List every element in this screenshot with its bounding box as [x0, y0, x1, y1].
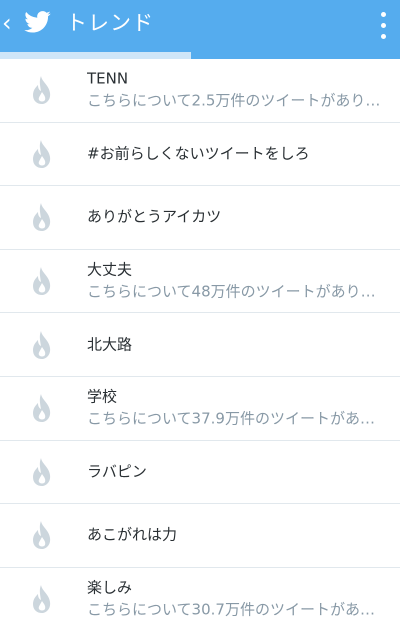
tab-bar: [0, 52, 400, 59]
trend-description: こちらについて48万件のツイートがあります: [87, 282, 388, 301]
flame-icon: [33, 457, 51, 486]
menu-dot-icon: [381, 23, 386, 28]
menu-dot-icon: [381, 34, 386, 39]
back-chevron-icon: ‹: [2, 9, 12, 37]
twitter-bird-icon: [24, 11, 51, 33]
trend-name: 北大路: [87, 335, 133, 354]
flame-icon: [33, 76, 51, 105]
app-header: ‹ トレンド: [0, 0, 400, 52]
trends-screen: ‹ トレンド TENN こちらについて2.5万件のツイートがあります #お前らし…: [0, 0, 400, 625]
trend-text: ラバピン: [87, 461, 388, 482]
trend-item[interactable]: ラバピン: [0, 441, 400, 505]
trend-text: 大丈夫 こちらについて48万件のツイートがあります: [87, 260, 388, 303]
trend-name: ラバピン: [87, 462, 147, 481]
trend-item[interactable]: #お前らしくないツイートをしろ: [0, 123, 400, 187]
trend-item[interactable]: TENN こちらについて2.5万件のツイートがあります: [0, 59, 400, 123]
trend-text: TENN こちらについて2.5万件のツイートがあります: [87, 69, 388, 112]
trend-text: あこがれは力: [87, 525, 388, 546]
flame-icon: [33, 521, 51, 550]
trend-text: 学校 こちらについて37.9万件のツイートがあります: [87, 387, 388, 430]
page-title: トレンド: [66, 11, 154, 35]
trend-text: ありがとうアイカツ: [87, 207, 388, 228]
trend-text: 北大路: [87, 334, 388, 355]
trend-item[interactable]: 楽しみ こちらについて30.7万件のツイートがあります: [0, 568, 400, 625]
trend-item[interactable]: あこがれは力: [0, 504, 400, 568]
flame-icon: [33, 139, 51, 168]
trend-name: 楽しみ: [87, 578, 133, 597]
overflow-menu-button[interactable]: [374, 8, 394, 42]
flame-icon: [33, 394, 51, 423]
trend-list: TENN こちらについて2.5万件のツイートがあります #お前らしくないツイート…: [0, 59, 400, 625]
trend-name: ありがとうアイカツ: [87, 207, 222, 226]
trend-name: 大丈夫: [87, 260, 133, 279]
back-button[interactable]: ‹: [0, 0, 62, 46]
trend-text: #お前らしくないツイートをしろ: [87, 143, 388, 164]
tab-indicator: [191, 52, 400, 59]
trend-description: こちらについて37.9万件のツイートがあります: [87, 409, 388, 428]
trend-item[interactable]: 大丈夫 こちらについて48万件のツイートがあります: [0, 250, 400, 314]
trend-item[interactable]: 北大路: [0, 313, 400, 377]
trend-item[interactable]: 学校 こちらについて37.9万件のツイートがあります: [0, 377, 400, 441]
flame-icon: [33, 585, 51, 614]
trend-text: 楽しみ こちらについて30.7万件のツイートがあります: [87, 578, 388, 621]
flame-icon: [33, 203, 51, 232]
trend-name: 学校: [87, 387, 118, 406]
trend-name: #お前らしくないツイートをしろ: [87, 144, 310, 163]
trend-description: こちらについて30.7万件のツイートがあります: [87, 600, 388, 619]
trend-name: TENN: [87, 69, 129, 88]
trend-item[interactable]: ありがとうアイカツ: [0, 186, 400, 250]
menu-dot-icon: [381, 12, 386, 17]
flame-icon: [33, 330, 51, 359]
flame-icon: [33, 267, 51, 296]
trend-description: こちらについて2.5万件のツイートがあります: [87, 91, 388, 110]
trend-name: あこがれは力: [87, 525, 178, 544]
